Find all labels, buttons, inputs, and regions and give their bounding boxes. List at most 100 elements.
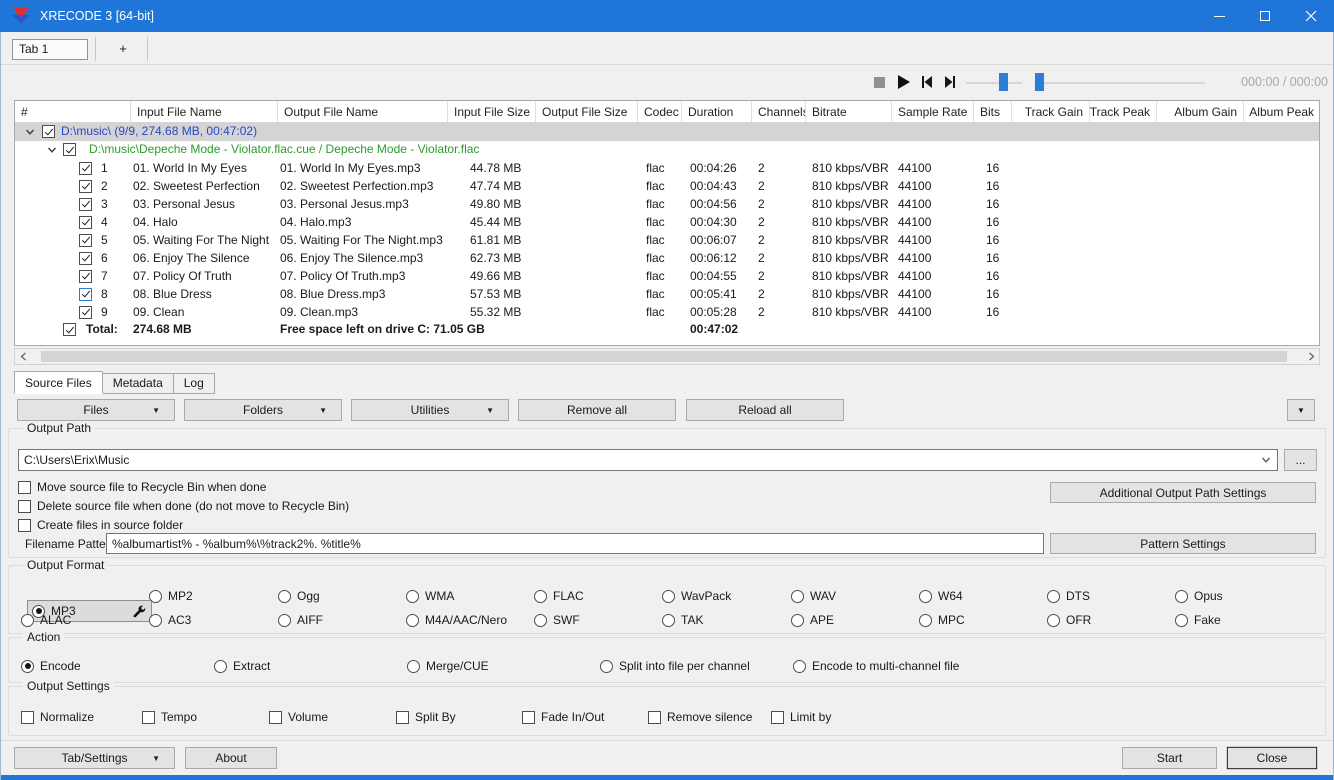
scrollbar-thumb[interactable]: [41, 351, 1287, 362]
setting-split-by[interactable]: Split By: [396, 709, 456, 725]
previous-track-button[interactable]: [918, 72, 936, 92]
track-checkbox[interactable]: [79, 269, 92, 283]
format-option-aiff[interactable]: AIFF: [278, 612, 323, 628]
format-option-ofr[interactable]: OFR: [1047, 612, 1091, 628]
track-row[interactable]: 8 08. Blue Dress 08. Blue Dress.mp3 57.53 M…: [15, 285, 1319, 303]
more-options-dropdown-button[interactable]: ▼: [1287, 399, 1315, 421]
horizontal-scrollbar[interactable]: [14, 348, 1320, 365]
close-window-button[interactable]: Close: [1227, 747, 1317, 769]
files-button[interactable]: Files ▼: [17, 399, 175, 421]
volume-slider-thumb[interactable]: [999, 73, 1008, 91]
column-header-codec[interactable]: Codec: [638, 101, 682, 122]
track-checkbox[interactable]: [79, 215, 92, 229]
action-option-merge-cue[interactable]: Merge/CUE: [407, 658, 489, 674]
column-header-track-gain[interactable]: Track Gain: [1012, 101, 1090, 122]
track-checkbox[interactable]: [79, 305, 92, 319]
add-tab-button[interactable]: +: [102, 39, 144, 60]
column-header-output-file-size[interactable]: Output File Size: [536, 101, 638, 122]
chevron-down-icon[interactable]: [25, 127, 35, 137]
volume-slider[interactable]: [966, 82, 1022, 84]
format-option-wavpack[interactable]: WavPack: [662, 588, 731, 604]
pattern-settings-button[interactable]: Pattern Settings: [1050, 533, 1316, 554]
checkbox-icon[interactable]: [648, 710, 661, 724]
action-option-encode-to-multi-channel-file[interactable]: Encode to multi-channel file: [793, 658, 959, 674]
album-checkbox[interactable]: [63, 143, 76, 156]
checkbox-icon[interactable]: [142, 710, 155, 724]
output-path-input[interactable]: [19, 453, 1255, 467]
browse-button[interactable]: ...: [1284, 449, 1317, 471]
track-row[interactable]: 1 01. World In My Eyes 01. World In My Eye…: [15, 159, 1319, 177]
format-option-dts[interactable]: DTS: [1047, 588, 1090, 604]
column-header-input-file-name[interactable]: Input File Name: [131, 101, 278, 122]
column-header-album-gain[interactable]: Album Gain: [1157, 101, 1244, 122]
action-option-extract[interactable]: Extract: [214, 658, 270, 674]
format-option-tak[interactable]: TAK: [662, 612, 703, 628]
chevron-down-icon[interactable]: [1255, 455, 1277, 465]
scroll-right-button[interactable]: [1303, 349, 1319, 364]
track-checkbox[interactable]: [79, 251, 92, 265]
track-row[interactable]: 5 05. Waiting For The Night 05. Waiting Fo…: [15, 231, 1319, 249]
checkbox-icon[interactable]: [18, 518, 31, 532]
track-row[interactable]: 4 04. Halo 04. Halo.mp3 45.44 MB flac 00:04:3…: [15, 213, 1319, 231]
track-checkbox[interactable]: [79, 179, 92, 193]
checkbox-move-source-file-to-recycle-bin-when-done[interactable]: Move source file to Recycle Bin when don…: [18, 479, 266, 495]
scroll-left-button[interactable]: [15, 349, 31, 364]
checkbox-icon[interactable]: [771, 710, 784, 724]
action-option-split-into-file-per-channel[interactable]: Split into file per channel: [600, 658, 750, 674]
checkbox-icon[interactable]: [396, 710, 409, 724]
setting-limit-by[interactable]: Limit by: [771, 709, 831, 725]
setting-tempo[interactable]: Tempo: [142, 709, 197, 725]
checkbox-icon[interactable]: [522, 710, 535, 724]
format-option-fake[interactable]: Fake: [1175, 612, 1221, 628]
track-checkbox[interactable]: [79, 161, 92, 175]
format-option-alac[interactable]: ALAC: [21, 612, 71, 628]
tab-metadata[interactable]: Metadata: [102, 373, 174, 394]
play-button[interactable]: [895, 72, 913, 92]
setting-volume[interactable]: Volume: [269, 709, 328, 725]
folders-button[interactable]: Folders ▼: [184, 399, 342, 421]
tab-1[interactable]: Tab 1: [12, 39, 88, 60]
utilities-button[interactable]: Utilities ▼: [351, 399, 509, 421]
stop-button[interactable]: [870, 72, 888, 92]
remove-all-button[interactable]: Remove all: [518, 399, 676, 421]
checkbox-icon[interactable]: [18, 499, 31, 513]
column-header-bitrate[interactable]: Bitrate: [806, 101, 892, 122]
start-button[interactable]: Start: [1122, 747, 1217, 769]
column-header-duration[interactable]: Duration: [682, 101, 752, 122]
track-checkbox[interactable]: [79, 233, 92, 247]
wrench-icon[interactable]: [133, 605, 146, 618]
checkbox-create-files-in-source-folder[interactable]: Create files in source folder: [18, 517, 183, 533]
additional-output-path-settings-button[interactable]: Additional Output Path Settings: [1050, 482, 1316, 503]
tab-source-files[interactable]: Source Files: [14, 371, 103, 394]
format-option-opus[interactable]: Opus: [1175, 588, 1223, 604]
about-button[interactable]: About: [185, 747, 277, 769]
track-row[interactable]: 9 09. Clean 09. Clean.mp3 55.32 MB flac 00:05…: [15, 303, 1319, 321]
track-row[interactable]: 6 06. Enjoy The Silence 06. Enjoy The Sile…: [15, 249, 1319, 267]
total-checkbox[interactable]: [63, 323, 76, 336]
column-header-input-file-size[interactable]: Input File Size: [448, 101, 536, 122]
format-option-ogg[interactable]: Ogg: [278, 588, 320, 604]
setting-normalize[interactable]: Normalize: [21, 709, 94, 725]
filename-pattern-input[interactable]: [106, 533, 1044, 554]
action-option-encode[interactable]: Encode: [21, 658, 81, 674]
maximize-button[interactable]: [1242, 0, 1288, 32]
column-header-album-peak[interactable]: Album Peak: [1244, 101, 1319, 122]
format-option-wma[interactable]: WMA: [406, 588, 454, 604]
next-track-button[interactable]: [941, 72, 959, 92]
track-checkbox[interactable]: [79, 287, 92, 301]
format-option-mp2[interactable]: MP2: [149, 588, 193, 604]
column-header-sample-rate[interactable]: Sample Rate: [892, 101, 974, 122]
checkbox-delete-source-file-when-done-do-not-move-to-recycle-bin[interactable]: Delete source file when done (do not mov…: [18, 498, 349, 514]
format-option-flac[interactable]: FLAC: [534, 588, 584, 604]
format-option-wav[interactable]: WAV: [791, 588, 836, 604]
setting-fade-in-out[interactable]: Fade In/Out: [522, 709, 604, 725]
checkbox-icon[interactable]: [18, 480, 31, 494]
format-option-ape[interactable]: APE: [791, 612, 834, 628]
close-button[interactable]: [1288, 0, 1334, 32]
column-header-bits[interactable]: Bits: [974, 101, 1012, 122]
format-option-w64[interactable]: W64: [919, 588, 963, 604]
reload-all-button[interactable]: Reload all: [686, 399, 844, 421]
album-row[interactable]: D:\music\Depeche Mode - Violator.flac.cu…: [15, 141, 1319, 159]
format-option-swf[interactable]: SWF: [534, 612, 580, 628]
format-option-m4a-aac-nero[interactable]: M4A/AAC/Nero: [406, 612, 507, 628]
